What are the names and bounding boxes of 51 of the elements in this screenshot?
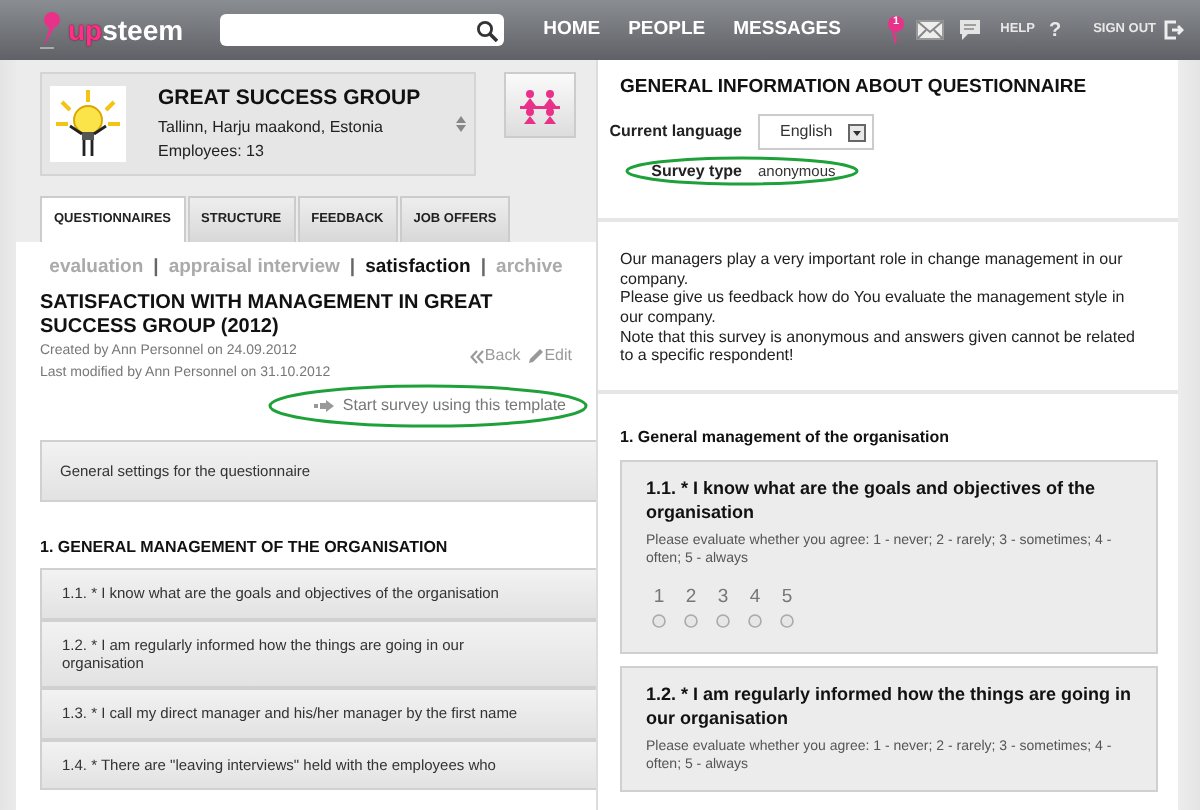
survey-title: SATISFACTION WITH MANAGEMENT IN GREAT SUCCESS GROUP (2012) xyxy=(40,292,495,340)
sign-out-icon[interactable] xyxy=(1164,20,1184,40)
radio-button[interactable] xyxy=(652,613,666,628)
question-title: 1.2. * I am regularly informed how the things are going in our organisation xyxy=(646,683,1132,731)
separator: | xyxy=(480,255,487,278)
radio-button[interactable] xyxy=(748,613,762,628)
separator: | xyxy=(153,255,159,278)
survey-type-label: Survey type xyxy=(649,159,742,184)
separator: | xyxy=(349,255,356,278)
intro-text: Please give us feedback how do You evaluate the management style in our company. xyxy=(620,288,1127,328)
language-select[interactable]: English xyxy=(758,114,875,151)
people-icon xyxy=(518,87,562,123)
mail-icon[interactable] xyxy=(916,20,945,40)
info-title: GENERAL INFORMATION ABOUT QUESTIONNAIRE xyxy=(620,74,1089,102)
double-chevron-icon xyxy=(470,349,485,363)
language-label: Current language xyxy=(607,122,742,143)
nav-link[interactable]: MESSAGES xyxy=(733,15,841,45)
logo[interactable]: upsteem xyxy=(68,9,184,51)
search-icon xyxy=(475,19,498,41)
dropdown-icon xyxy=(848,123,867,142)
radio-button[interactable] xyxy=(780,613,794,628)
radio-button[interactable] xyxy=(684,613,698,628)
pencil-icon xyxy=(528,348,545,364)
arrow-right-icon xyxy=(314,400,335,412)
chat-icon[interactable] xyxy=(958,18,983,42)
subnav-link[interactable]: satisfaction xyxy=(365,255,471,278)
section-heading: 1. GENERAL MANAGEMENT OF THE ORGANISATION xyxy=(40,536,450,561)
company-location: Tallinn, Harju maakond, Estonia xyxy=(158,115,386,140)
intro-text: Note that this survey is anonymous and answers given cannot be related to a specific respondent! xyxy=(620,327,1137,366)
question-title: 1.1. * I know what are the goals and objectives of the organisation xyxy=(646,477,1098,525)
search-field[interactable] xyxy=(219,14,504,46)
sort-icon[interactable] xyxy=(456,116,466,132)
option-label: 1 xyxy=(653,588,665,608)
option-label: 2 xyxy=(685,588,697,608)
employee-count: Employees: 13 xyxy=(158,139,266,164)
ribbon-icon xyxy=(888,14,905,46)
lightbulb-logo-icon xyxy=(50,86,126,162)
pin-icon xyxy=(36,10,64,50)
radio-button[interactable] xyxy=(716,613,730,628)
option-label: 3 xyxy=(717,588,729,608)
option-label: 4 xyxy=(749,588,761,608)
group-button[interactable] xyxy=(504,72,576,138)
help-icon[interactable]: ? xyxy=(1048,15,1062,45)
back-link[interactable]: Back xyxy=(470,344,521,368)
option-label: 5 xyxy=(781,588,793,608)
section-title: 1. General management of the organisation xyxy=(620,425,951,450)
edit-link[interactable]: Edit xyxy=(528,344,572,368)
company-name: GREAT SUCCESS GROUP xyxy=(158,84,423,115)
intro-text: Our managers play a very important role in change management in our company. xyxy=(620,250,1125,289)
nav-link[interactable]: HOME xyxy=(543,15,601,45)
nav-link[interactable]: PEOPLE xyxy=(628,15,706,45)
